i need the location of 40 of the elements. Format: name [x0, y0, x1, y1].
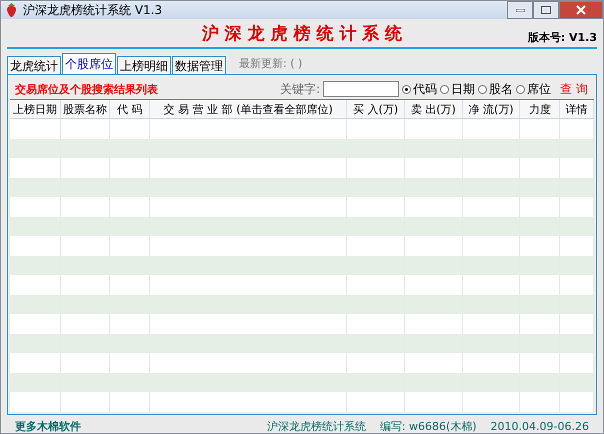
tab[interactable]: 个股席位: [62, 53, 116, 74]
query-button[interactable]: 查 询: [554, 80, 594, 98]
close-button[interactable]: [559, 1, 603, 19]
app-title: 沪 深 龙 虎 榜 统 计 系 统: [200, 23, 404, 45]
panel-heading: 交易席位及个股搜索结果列表: [14, 82, 159, 96]
strawberry-icon: [5, 3, 18, 17]
column-header[interactable]: 卖 出(万): [404, 100, 463, 118]
column-header[interactable]: 上榜日期: [10, 100, 61, 118]
author-label: 编写: w6686(木棉): [380, 419, 477, 434]
radio-button[interactable]: [516, 84, 526, 94]
radio-button[interactable]: [440, 84, 450, 94]
last-update-label: 最新更新: ( ): [239, 56, 302, 72]
maximize-button[interactable]: [533, 1, 559, 19]
version-label: 版本号: V1.3: [526, 30, 597, 45]
radio-label[interactable]: 代码: [413, 80, 438, 98]
column-header[interactable]: 交 易 营 业 部 (单击查看全部席位): [150, 100, 348, 118]
keyword-field[interactable]: [323, 81, 400, 97]
column-header[interactable]: 买 入(万): [347, 100, 405, 118]
radio-label[interactable]: 股名: [489, 80, 514, 98]
radio-label[interactable]: 日期: [451, 80, 476, 98]
maximize-icon: [541, 6, 551, 14]
column-header[interactable]: 详情: [560, 100, 594, 118]
tab[interactable]: 数据管理: [172, 56, 226, 74]
column-header[interactable]: 股票名称: [60, 100, 110, 118]
radio-button[interactable]: [402, 84, 412, 94]
minimize-button[interactable]: [507, 1, 533, 19]
window-title: 沪深龙虎榜统计系统 V1.3: [23, 2, 164, 18]
radio-label[interactable]: 席位: [527, 80, 552, 98]
date-range-label: 2010.04.09-06.26: [490, 420, 589, 433]
column-header[interactable]: 净 流(万): [462, 100, 520, 118]
minimize-icon: [516, 8, 524, 12]
app-name-label: 沪深龙虎榜统计系统: [266, 419, 366, 434]
column-header[interactable]: 代 码: [110, 100, 150, 118]
keyword-label: 关键字:: [280, 80, 320, 98]
tab[interactable]: 龙虎统计: [7, 56, 61, 74]
column-header[interactable]: 力度: [520, 100, 560, 118]
close-icon: [576, 5, 586, 15]
more-software-link[interactable]: 更多木棉软件: [15, 419, 253, 434]
radio-button[interactable]: [478, 84, 488, 94]
tab[interactable]: 上榜明细: [117, 56, 171, 74]
